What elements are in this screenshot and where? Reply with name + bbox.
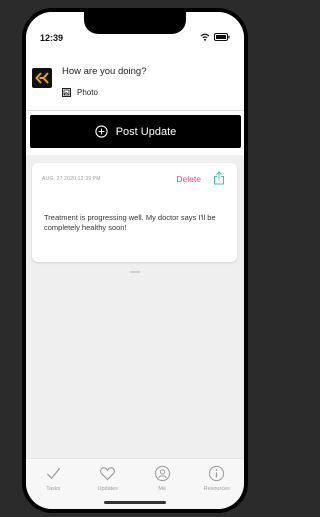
wifi-icon xyxy=(200,33,210,41)
home-indicator xyxy=(104,501,166,504)
battery-icon xyxy=(214,33,230,41)
tab-me-label: Me xyxy=(158,486,167,492)
update-composer: How are you doing? Photo xyxy=(26,50,244,110)
profile-icon xyxy=(154,465,170,482)
update-text: Treatment is progressing well. My doctor… xyxy=(44,213,216,232)
tab-tasks-label: Tasks xyxy=(46,486,61,492)
tab-resources[interactable]: Resources xyxy=(190,459,245,509)
check-icon xyxy=(46,467,60,480)
status-prompt-input[interactable]: How are you doing? xyxy=(62,66,147,77)
status-icons xyxy=(200,33,230,41)
update-date: AUG, 27 2020 12:39 PM xyxy=(42,176,101,182)
notch xyxy=(84,12,186,34)
update-card: AUG, 27 2020 12:39 PM Delete Treatment i… xyxy=(32,163,237,262)
delete-button[interactable]: Delete xyxy=(176,174,201,184)
share-icon[interactable] xyxy=(213,171,225,185)
pull-handle[interactable] xyxy=(130,271,140,273)
info-icon xyxy=(209,465,225,482)
phone-frame: 12:39 How are you doing? Photo Post Upda… xyxy=(22,8,248,513)
post-button-container: Post Update xyxy=(26,111,244,155)
status-time: 12:39 xyxy=(40,33,64,43)
heart-icon xyxy=(100,467,116,481)
photo-label: Photo xyxy=(77,88,98,97)
add-circle-icon xyxy=(95,125,108,138)
tab-tasks[interactable]: Tasks xyxy=(26,459,81,509)
post-update-label: Post Update xyxy=(115,125,177,138)
tab-resources-label: Resources xyxy=(203,486,230,492)
photo-icon xyxy=(62,88,71,97)
tab-updates-label: Updates xyxy=(97,486,119,492)
post-update-button[interactable]: Post Update xyxy=(30,115,241,148)
add-photo-button[interactable]: Photo xyxy=(62,88,98,97)
screen: 12:39 How are you doing? Photo Post Upda… xyxy=(26,12,244,509)
app-logo xyxy=(32,68,52,88)
status-bar: 12:39 xyxy=(26,12,244,50)
